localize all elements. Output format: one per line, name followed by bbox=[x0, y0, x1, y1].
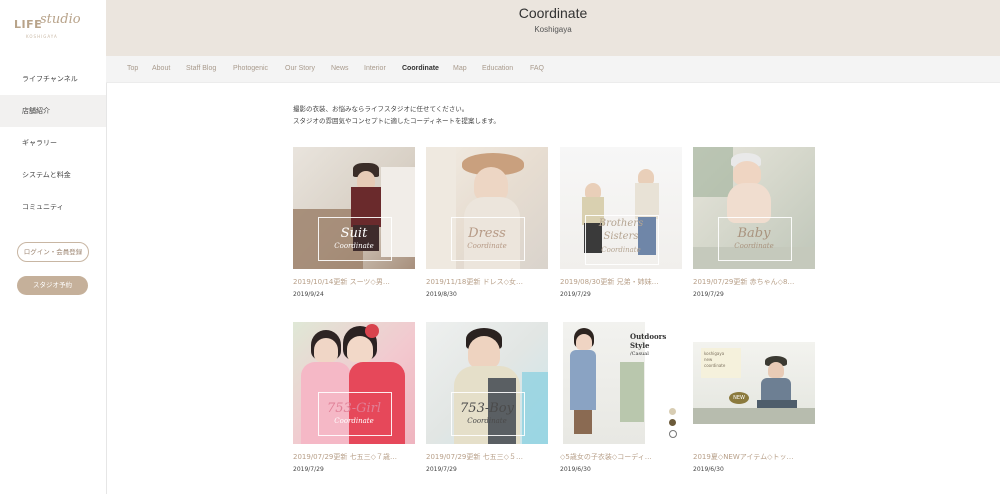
hair-flower bbox=[365, 324, 379, 338]
sidebar-item-life-channel[interactable]: ライフチャンネル bbox=[0, 63, 106, 95]
new-badge: NEW bbox=[729, 392, 749, 404]
overlay-title: Brothers bbox=[598, 218, 644, 229]
overlay-subtitle: Coordinate bbox=[334, 242, 374, 250]
table-shape bbox=[693, 408, 815, 424]
tab-about[interactable]: About bbox=[152, 65, 170, 72]
carousel-dot-3[interactable] bbox=[669, 430, 677, 438]
logo-word: LIFE bbox=[14, 18, 43, 31]
card-date: 2019/7/29 bbox=[693, 291, 724, 298]
plant-shape bbox=[693, 147, 733, 197]
studio-booking-button[interactable]: スタジオ予約 bbox=[17, 276, 88, 295]
sidebar-item-store-info[interactable]: 店舗紹介 bbox=[0, 95, 106, 127]
logo-sub: KOSHIGAYA bbox=[26, 34, 58, 39]
child2-body bbox=[635, 183, 659, 219]
logo-script: studio bbox=[40, 12, 81, 27]
face-shape bbox=[474, 167, 508, 201]
tab-bar: Top About Staff Blog Photogenic Our Stor… bbox=[106, 56, 1000, 83]
card-thumbnail[interactable]: Baby Coordinate bbox=[693, 147, 815, 269]
tab-staff-blog[interactable]: Staff Blog bbox=[186, 65, 216, 72]
sidebar: LIFE studio KOSHIGAYA ライフチャンネル 店舗紹介 ギャラリ… bbox=[0, 0, 107, 494]
overlay-line-2: Style bbox=[630, 341, 650, 350]
card-title-link[interactable]: 2019/10/14更新 スーツ◇男… bbox=[293, 277, 415, 287]
panel-text: koshigaya new coordinate bbox=[704, 351, 725, 369]
card-title-link[interactable]: 2019/11/18更新 ドレス◇女… bbox=[426, 277, 548, 287]
card-title-link[interactable]: 2019/07/29更新 七五三◇５… bbox=[426, 452, 548, 462]
overlay-subtitle: Coordinate bbox=[601, 246, 641, 254]
tab-our-story[interactable]: Our Story bbox=[285, 65, 315, 72]
overlay-subtitle: Coordinate bbox=[334, 417, 374, 425]
overlay-line-1: Outdoors bbox=[630, 332, 667, 341]
card-date: 2019/6/30 bbox=[560, 466, 591, 473]
overlay-title-2: Sisters bbox=[603, 231, 639, 242]
boy-face bbox=[768, 362, 784, 378]
card-thumbnail[interactable]: Dress Coordinate bbox=[426, 147, 548, 269]
card-date: 2019/9/24 bbox=[293, 291, 324, 298]
card-date: 2019/7/29 bbox=[426, 466, 457, 473]
card-date: 2019/7/29 bbox=[560, 291, 591, 298]
page-header: Coordinate Koshigaya bbox=[106, 0, 1000, 56]
side-nav: ライフチャンネル 店舗紹介 ギャラリー システムと料金 コミュニティ bbox=[0, 63, 106, 223]
card-title-link[interactable]: ◇5歳女の子衣装◇コーディ… bbox=[560, 452, 682, 462]
card-date: 2019/8/30 bbox=[426, 291, 457, 298]
tab-photogenic[interactable]: Photogenic bbox=[233, 65, 268, 72]
tab-education[interactable]: Education bbox=[482, 65, 513, 72]
carousel-dot-2[interactable] bbox=[669, 419, 676, 426]
face-shape bbox=[733, 161, 761, 185]
sidebar-item-system-pricing[interactable]: システムと料金 bbox=[0, 159, 106, 191]
card-date: 2019/6/30 bbox=[693, 466, 724, 473]
card-thumbnail[interactable]: Suit Coordinate bbox=[293, 147, 415, 269]
boots bbox=[574, 410, 592, 434]
tab-interior[interactable]: Interior bbox=[364, 65, 386, 72]
card-title-link[interactable]: 2019/07/29更新 七五三◇７歳… bbox=[293, 452, 415, 462]
intro-line-1: 撮影の衣装、お悩みならライフスタジオに任せてください。 bbox=[293, 105, 469, 113]
card-thumbnail[interactable]: koshigaya new coordinate NEW bbox=[693, 322, 815, 444]
overlay-title: Suit bbox=[340, 226, 368, 241]
carousel-dot-1[interactable] bbox=[669, 408, 676, 415]
card-title-link[interactable]: 2019夏◇NEWアイテム◇トッ… bbox=[693, 452, 815, 462]
card-title-link[interactable]: 2019/07/29更新 赤ちゃん◇8… bbox=[693, 277, 815, 287]
overlay-subtitle: Coordinate bbox=[467, 242, 507, 250]
sidebar-item-gallery[interactable]: ギャラリー bbox=[0, 127, 106, 159]
boy-shirt bbox=[761, 378, 791, 400]
denim-dress bbox=[570, 350, 596, 410]
page-title: Coordinate bbox=[518, 5, 588, 21]
life-studio-logo[interactable]: LIFE studio KOSHIGAYA bbox=[14, 12, 84, 42]
background-plant bbox=[620, 362, 644, 422]
girl1-face bbox=[314, 338, 338, 362]
tab-coordinate[interactable]: Coordinate bbox=[402, 65, 439, 72]
boy-face bbox=[468, 336, 500, 368]
overlay-title: Dress bbox=[468, 226, 506, 241]
card-date: 2019/7/29 bbox=[293, 466, 324, 473]
overlay-subtitle: Coordinate bbox=[734, 242, 774, 250]
card-thumbnail[interactable]: Brothers Sisters Coordinate bbox=[560, 147, 682, 269]
overlay-line-3: /Casual bbox=[630, 351, 649, 357]
intro-text: 撮影の衣装、お悩みならライフスタジオに任せてください。 スタジオの雰囲気やコンセ… bbox=[293, 103, 500, 127]
login-register-button[interactable]: ログイン・会員登録 bbox=[17, 242, 89, 262]
card-thumbnail[interactable]: Outdoors Style /Casual bbox=[560, 322, 682, 444]
intro-line-2: スタジオの雰囲気やコンセプトに適したコーディネートを提案します。 bbox=[293, 117, 500, 125]
tab-faq[interactable]: FAQ bbox=[530, 65, 544, 72]
girl-face bbox=[576, 334, 592, 350]
card-title-link[interactable]: 2019/08/30更新 兄弟・姉妹… bbox=[560, 277, 682, 287]
girl2-face bbox=[347, 336, 373, 362]
card-thumbnail[interactable]: 753-Girl Coordinate bbox=[293, 322, 415, 444]
overlay-title: 753-Boy bbox=[460, 401, 514, 416]
overlay-title: Baby bbox=[737, 226, 771, 241]
panel-line-3: coordinate bbox=[704, 363, 726, 368]
tab-map[interactable]: Map bbox=[453, 65, 467, 72]
overlay-text: Outdoors Style /Casual bbox=[630, 332, 674, 359]
card-thumbnail[interactable]: 753-Boy Coordinate bbox=[426, 322, 548, 444]
tab-top[interactable]: Top bbox=[127, 65, 138, 72]
tab-news[interactable]: News bbox=[331, 65, 349, 72]
page-subtitle: Koshigaya bbox=[534, 25, 572, 34]
overlay-title: 753-Girl bbox=[326, 401, 382, 416]
overlay-subtitle: Coordinate bbox=[467, 417, 507, 425]
sidebar-item-community[interactable]: コミュニティ bbox=[0, 191, 106, 223]
